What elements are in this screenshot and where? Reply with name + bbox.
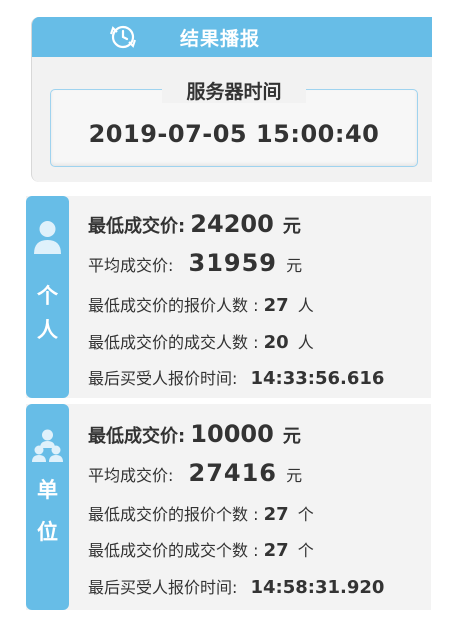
personal-results-panel: 个 人 最低成交价: 24200 元 平均成交价: 31959 元 最低成交价的… bbox=[26, 196, 431, 398]
deals-row: 最低成交价的成交个数 : 27 个 bbox=[88, 537, 314, 561]
last-bid-time-label: 最后买受人报价时间: bbox=[88, 369, 238, 388]
lowest-price-label: 最低成交价: bbox=[88, 426, 186, 447]
lowest-price-unit: 元 bbox=[282, 216, 301, 237]
bidders-unit: 个 bbox=[297, 505, 314, 524]
lowest-price-value: 10000 bbox=[190, 420, 274, 448]
deals-row: 最低成交价的成交人数 : 20 人 bbox=[88, 329, 314, 353]
last-bid-time-label: 最后买受人报价时间: bbox=[88, 578, 238, 597]
bidders-row: 最低成交价的报价人数 : 27 人 bbox=[88, 292, 314, 316]
bidders-value: 27 bbox=[263, 295, 289, 316]
deals-unit: 人 bbox=[297, 333, 314, 352]
last-bid-time-value: 14:58:31.920 bbox=[250, 577, 385, 598]
side-char-2: 人 bbox=[37, 318, 58, 342]
deals-label: 最低成交价的成交个数 : bbox=[88, 541, 259, 560]
unit-results-panel: 单 位 最低成交价: 10000 元 平均成交价: 27416 元 最低成交价的… bbox=[26, 404, 431, 610]
avg-price-value: 27416 bbox=[188, 459, 277, 487]
last-bid-time-row: 最后买受人报价时间: 14:33:56.616 bbox=[88, 365, 384, 389]
personal-side-tab: 个 人 bbox=[26, 196, 69, 398]
unit-side-tab: 单 位 bbox=[26, 404, 69, 610]
refresh-clock-icon bbox=[110, 25, 136, 49]
last-bid-time-row: 最后买受人报价时间: 14:58:31.920 bbox=[88, 574, 384, 598]
group-icon bbox=[32, 429, 63, 462]
server-time-label: 服务器时间 bbox=[162, 81, 306, 103]
person-icon bbox=[34, 221, 61, 254]
side-char-1: 个 bbox=[37, 284, 58, 308]
avg-price-value: 31959 bbox=[188, 249, 277, 277]
last-bid-time-value: 14:33:56.616 bbox=[250, 368, 385, 389]
deals-unit: 个 bbox=[297, 541, 314, 560]
result-broadcast-header: 结果播报 服务器时间 2019-07-05 15:00:40 bbox=[31, 17, 432, 182]
lowest-price-value: 24200 bbox=[190, 210, 274, 238]
bidders-unit: 人 bbox=[297, 296, 314, 315]
avg-price-unit: 元 bbox=[286, 466, 303, 485]
lowest-price-label: 最低成交价: bbox=[88, 216, 186, 237]
bidders-row: 最低成交价的报价个数 : 27 个 bbox=[88, 501, 314, 525]
lowest-price-unit: 元 bbox=[282, 426, 301, 447]
avg-price-unit: 元 bbox=[286, 256, 303, 275]
avg-price-row: 平均成交价: 27416 元 bbox=[88, 459, 302, 487]
server-time-box: 服务器时间 2019-07-05 15:00:40 bbox=[50, 81, 418, 167]
side-char-1: 单 bbox=[37, 478, 58, 502]
lowest-price-row: 最低成交价: 10000 元 bbox=[88, 420, 301, 448]
avg-price-label: 平均成交价: bbox=[88, 256, 174, 275]
header-title: 结果播报 bbox=[180, 28, 261, 50]
header-bar: 结果播报 bbox=[32, 17, 432, 57]
side-char-2: 位 bbox=[37, 520, 58, 544]
avg-price-row: 平均成交价: 31959 元 bbox=[88, 249, 302, 277]
bidders-value: 27 bbox=[263, 504, 289, 525]
lowest-price-row: 最低成交价: 24200 元 bbox=[88, 210, 301, 238]
deals-label: 最低成交价的成交人数 : bbox=[88, 333, 259, 352]
avg-price-label: 平均成交价: bbox=[88, 466, 174, 485]
bidders-label: 最低成交价的报价个数 : bbox=[88, 505, 259, 524]
server-time-value: 2019-07-05 15:00:40 bbox=[88, 120, 380, 148]
deals-value: 20 bbox=[263, 332, 289, 353]
bidders-label: 最低成交价的报价人数 : bbox=[88, 296, 259, 315]
deals-value: 27 bbox=[263, 540, 289, 561]
